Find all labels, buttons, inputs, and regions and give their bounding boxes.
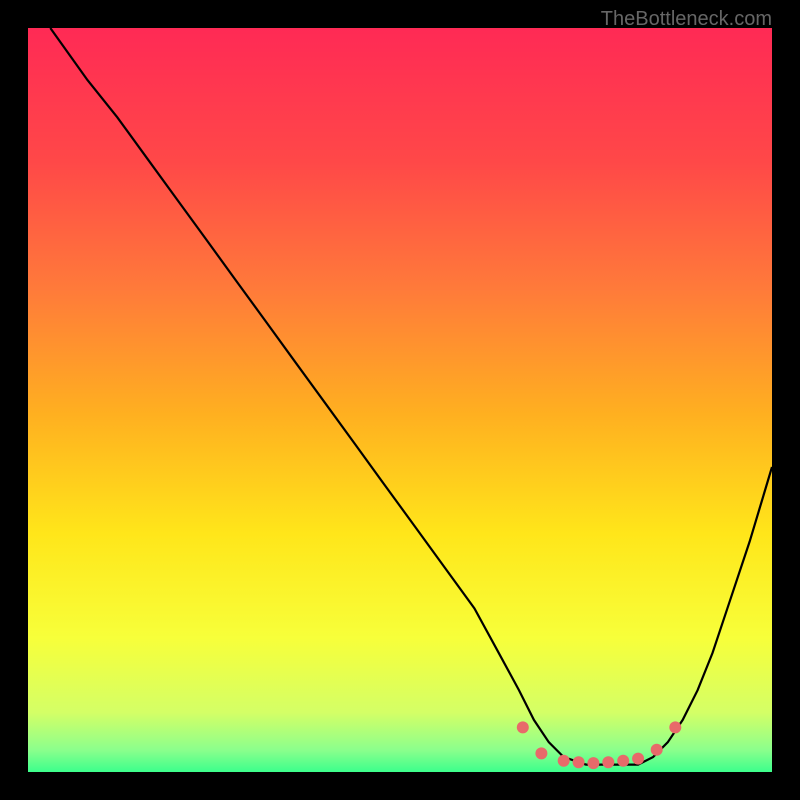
valley-dot [602,756,614,768]
valley-dot [535,747,547,759]
valley-dot [651,744,663,756]
valley-dot [558,755,570,767]
valley-dot [517,721,529,733]
gradient-background [28,28,772,772]
watermark-text: TheBottleneck.com [601,8,772,31]
plot-area [28,28,772,772]
valley-dot [632,753,644,765]
valley-dot [669,721,681,733]
chart-container: TheBottleneck.com [0,0,800,800]
valley-dot [587,757,599,769]
valley-dot [617,755,629,767]
chart-svg [28,28,772,772]
valley-dot [573,756,585,768]
